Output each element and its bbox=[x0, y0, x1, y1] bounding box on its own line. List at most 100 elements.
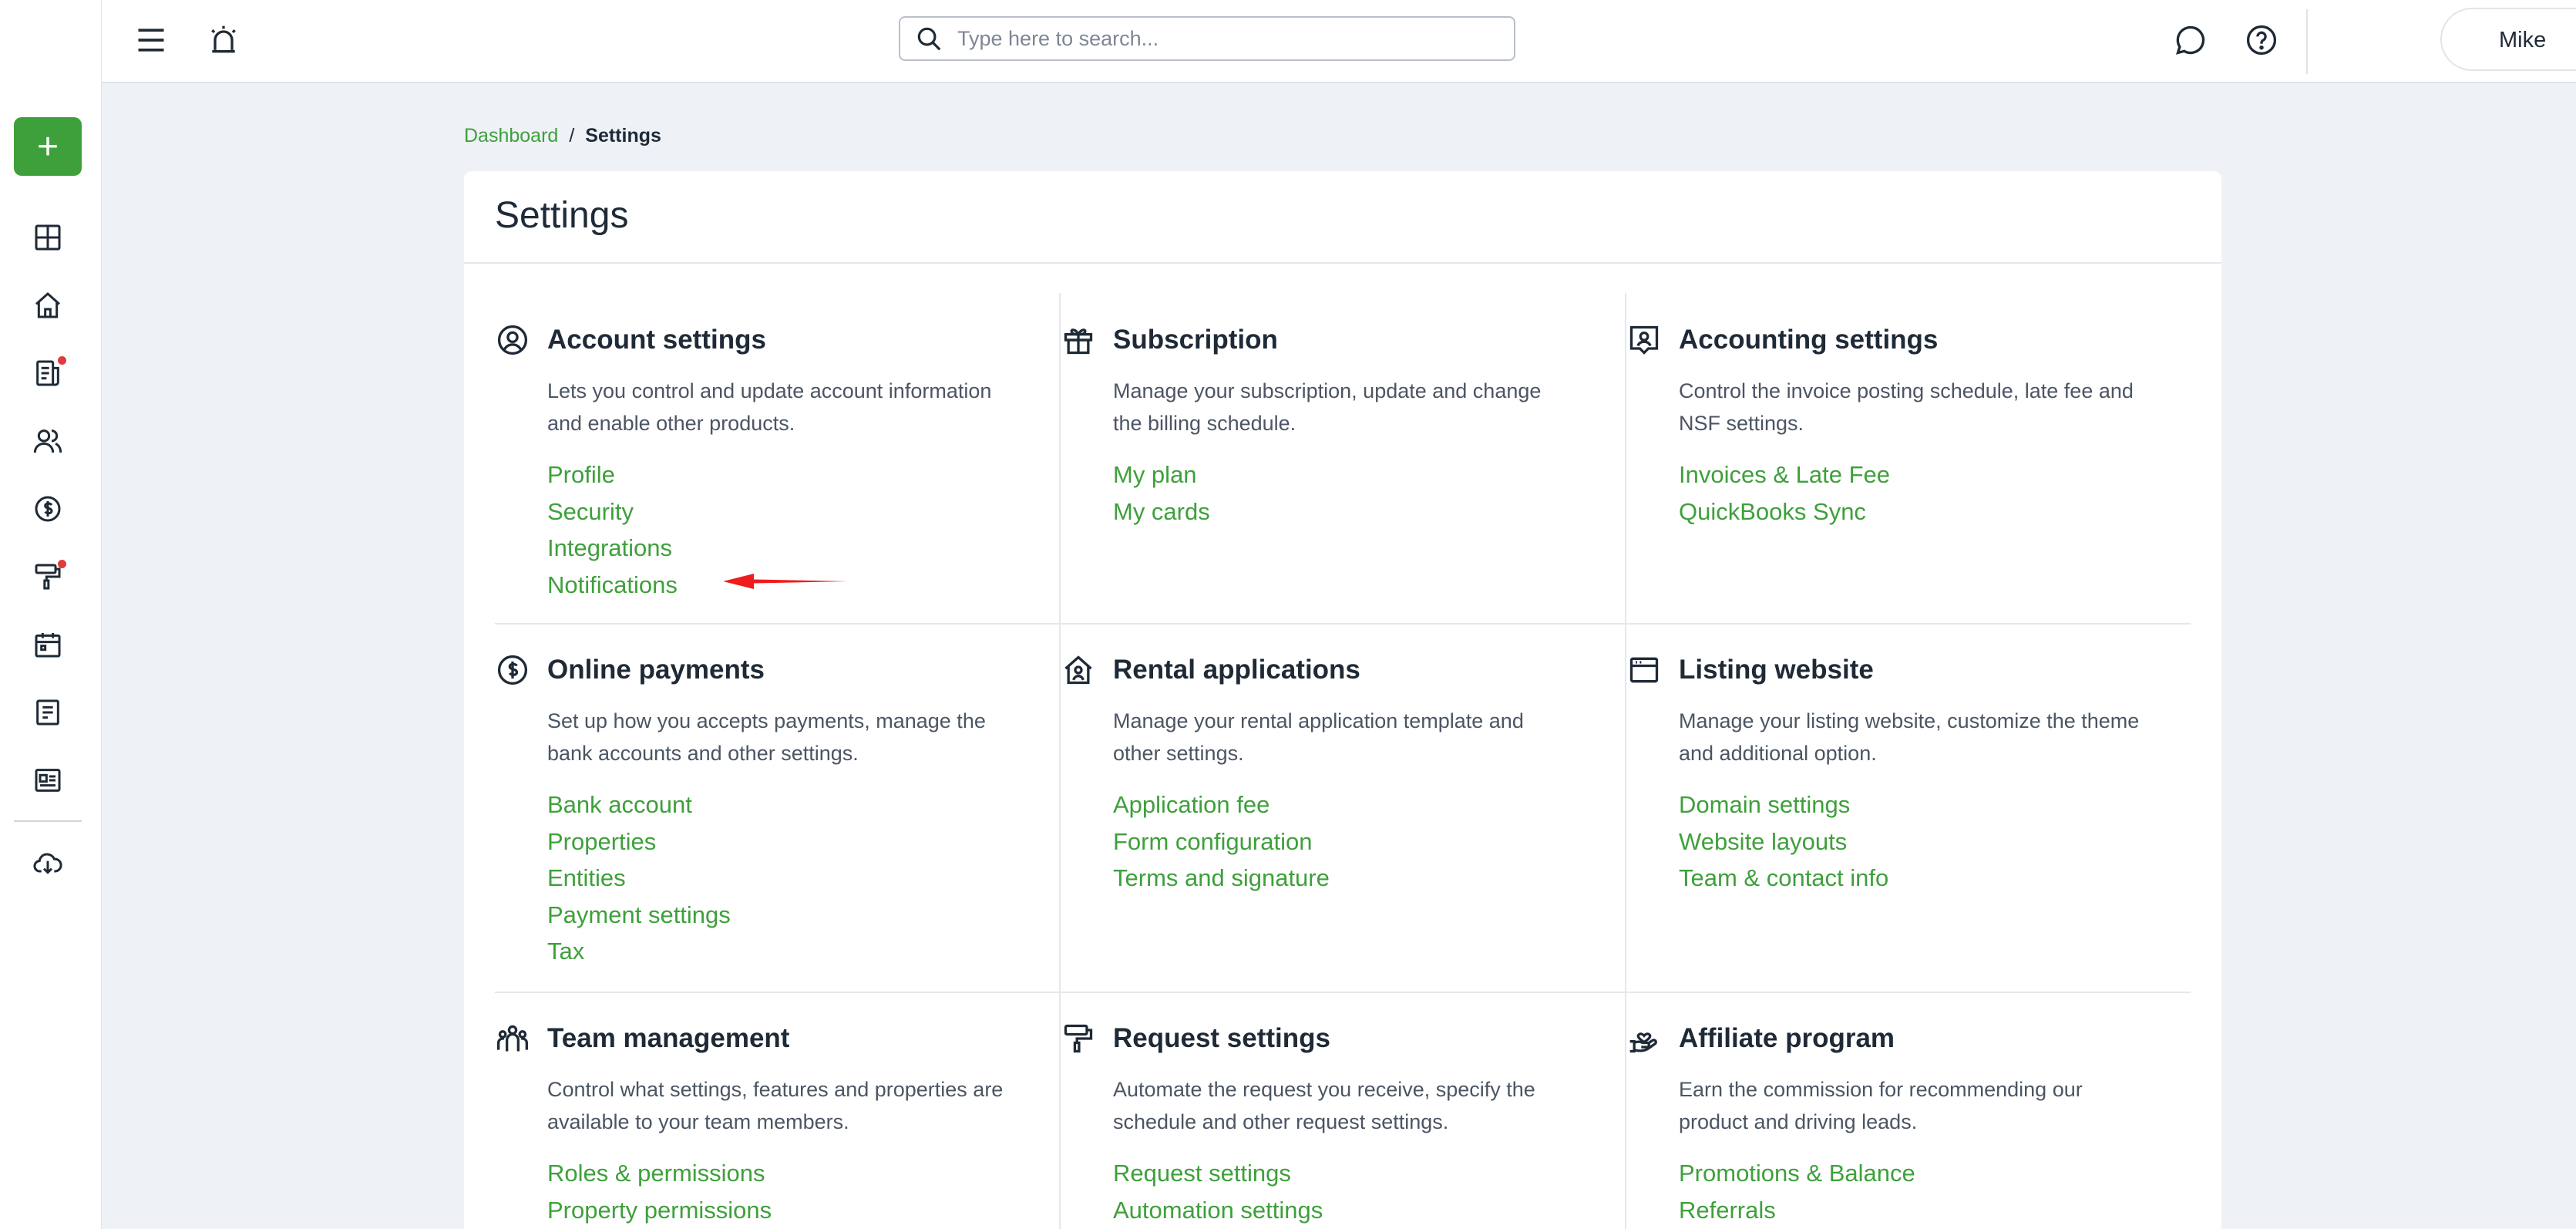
sidebar-item-properties[interactable] bbox=[28, 285, 68, 325]
link-integrations[interactable]: Integrations bbox=[547, 530, 678, 567]
link-properties[interactable]: Properties bbox=[547, 823, 731, 860]
section-title: Accounting settings bbox=[1679, 325, 1939, 355]
plus-icon: + bbox=[36, 126, 59, 167]
breadcrumb-separator: / bbox=[569, 125, 575, 146]
section-title: Request settings bbox=[1113, 1023, 1330, 1053]
link-request-settings[interactable]: Request settings bbox=[1113, 1155, 1323, 1192]
title-divider bbox=[464, 262, 2221, 264]
sidebar-divider bbox=[14, 820, 82, 822]
menu-button[interactable] bbox=[129, 19, 173, 62]
link-promotions-balance[interactable]: Promotions & Balance bbox=[1679, 1155, 1915, 1192]
section-description: Control what settings, features and prop… bbox=[547, 1078, 1004, 1133]
breadcrumb-current: Settings bbox=[585, 125, 661, 146]
listing-card-icon bbox=[35, 769, 61, 792]
row-divider bbox=[495, 623, 2191, 625]
team-icon bbox=[495, 1021, 530, 1056]
link-my-plan[interactable]: My plan bbox=[1113, 456, 1210, 493]
link-profile[interactable]: Profile bbox=[547, 456, 678, 493]
search-box[interactable] bbox=[899, 16, 1515, 61]
house-user-icon bbox=[1061, 652, 1096, 688]
settings-card: Settings Account settings Lets you contr… bbox=[464, 171, 2221, 1229]
sidebar-item-leases[interactable] bbox=[28, 353, 68, 393]
link-automation-settings[interactable]: Automation settings bbox=[1113, 1192, 1323, 1229]
section-description: Earn the commission for recommending our… bbox=[1679, 1078, 2083, 1133]
browser-window-icon bbox=[1626, 652, 1662, 688]
section-description: Manage your subscription, update and cha… bbox=[1113, 379, 1542, 435]
user-circle-icon bbox=[495, 322, 530, 358]
section-title: Affiliate program bbox=[1679, 1023, 1895, 1053]
messages-button[interactable] bbox=[2169, 19, 2212, 62]
search-icon bbox=[917, 27, 941, 51]
section-description: Automate the request you receive, specif… bbox=[1113, 1078, 1535, 1133]
link-terms-and-signature[interactable]: Terms and signature bbox=[1113, 860, 1330, 897]
page-title: Settings bbox=[495, 195, 629, 236]
add-new-button[interactable]: + bbox=[14, 117, 82, 176]
dashboard-grid-icon bbox=[35, 224, 61, 251]
sidebar: + bbox=[0, 0, 102, 1229]
link-my-cards[interactable]: My cards bbox=[1113, 493, 1210, 530]
top-bar: Mike bbox=[102, 0, 2576, 83]
notification-dot bbox=[58, 560, 66, 568]
help-button[interactable] bbox=[2240, 19, 2283, 62]
chat-bubble-icon bbox=[2176, 25, 2205, 55]
link-tax[interactable]: Tax bbox=[547, 933, 731, 970]
column-divider bbox=[1625, 293, 1626, 1229]
search-input[interactable] bbox=[957, 26, 1481, 51]
sidebar-item-listings[interactable] bbox=[28, 760, 68, 800]
section-title: Rental applications bbox=[1113, 655, 1360, 685]
receipt-pin-icon bbox=[1626, 322, 1662, 358]
sidebar-item-download[interactable] bbox=[28, 843, 68, 884]
link-domain-settings[interactable]: Domain settings bbox=[1679, 786, 1888, 823]
home-icon bbox=[35, 291, 60, 318]
cloud-download-icon bbox=[33, 853, 62, 874]
hamburger-menu-icon bbox=[138, 29, 164, 52]
section-description: Manage your listing website, customize t… bbox=[1679, 709, 2140, 765]
calendar-icon bbox=[35, 633, 61, 658]
user-name: Mike bbox=[2499, 28, 2547, 52]
link-application-fee[interactable]: Application fee bbox=[1113, 786, 1330, 823]
link-referrals[interactable]: Referrals bbox=[1679, 1192, 1915, 1229]
dollar-circle-icon bbox=[35, 496, 61, 522]
link-team-contact-info[interactable]: Team & contact info bbox=[1679, 860, 1888, 897]
sidebar-item-reports[interactable] bbox=[28, 692, 68, 732]
section-title: Subscription bbox=[1113, 325, 1278, 355]
link-property-permissions[interactable]: Property permissions bbox=[547, 1192, 772, 1229]
sidebar-item-dashboard[interactable] bbox=[28, 217, 68, 258]
breadcrumb-dashboard-link[interactable]: Dashboard bbox=[464, 125, 558, 147]
link-notifications[interactable]: Notifications bbox=[547, 567, 678, 604]
link-quickbooks-sync[interactable]: QuickBooks Sync bbox=[1679, 493, 1890, 530]
link-payment-settings[interactable]: Payment settings bbox=[547, 897, 731, 934]
link-form-configuration[interactable]: Form configuration bbox=[1113, 823, 1330, 860]
row-divider bbox=[495, 992, 2191, 993]
column-divider bbox=[1059, 293, 1061, 1229]
section-description: Set up how you accepts payments, manage … bbox=[547, 709, 986, 765]
section-description: Lets you control and update account info… bbox=[547, 379, 992, 435]
link-roles-permissions[interactable]: Roles & permissions bbox=[547, 1155, 772, 1192]
gift-icon bbox=[1061, 322, 1096, 358]
section-title: Listing website bbox=[1679, 655, 1874, 685]
sidebar-item-calendar[interactable] bbox=[28, 625, 68, 665]
section-title: Team management bbox=[547, 1023, 790, 1053]
section-description: Control the invoice posting schedule, la… bbox=[1679, 379, 2134, 435]
link-bank-account[interactable]: Bank account bbox=[547, 786, 731, 823]
alerts-button[interactable] bbox=[202, 19, 245, 62]
section-description: Manage your rental application template … bbox=[1113, 709, 1524, 765]
notification-dot bbox=[58, 356, 66, 365]
sidebar-item-accounting[interactable] bbox=[28, 489, 68, 529]
sidebar-item-people[interactable] bbox=[28, 421, 68, 461]
help-circle-icon bbox=[2246, 25, 2277, 56]
hand-heart-icon bbox=[1626, 1021, 1662, 1056]
topbar-divider bbox=[2306, 9, 2308, 74]
report-icon bbox=[36, 699, 59, 726]
link-website-layouts[interactable]: Website layouts bbox=[1679, 823, 1888, 860]
alarm-siren-icon bbox=[211, 25, 236, 53]
sidebar-item-maintenance[interactable] bbox=[28, 557, 68, 597]
link-invoices-late-fee[interactable]: Invoices & Late Fee bbox=[1679, 456, 1890, 493]
user-menu[interactable]: Mike bbox=[2440, 8, 2576, 71]
link-entities[interactable]: Entities bbox=[547, 860, 731, 897]
breadcrumb: Dashboard / Settings bbox=[464, 125, 661, 147]
people-icon bbox=[33, 429, 62, 453]
section-title: Online payments bbox=[547, 655, 765, 685]
link-security[interactable]: Security bbox=[547, 493, 678, 530]
annotation-arrow-icon bbox=[723, 574, 848, 589]
